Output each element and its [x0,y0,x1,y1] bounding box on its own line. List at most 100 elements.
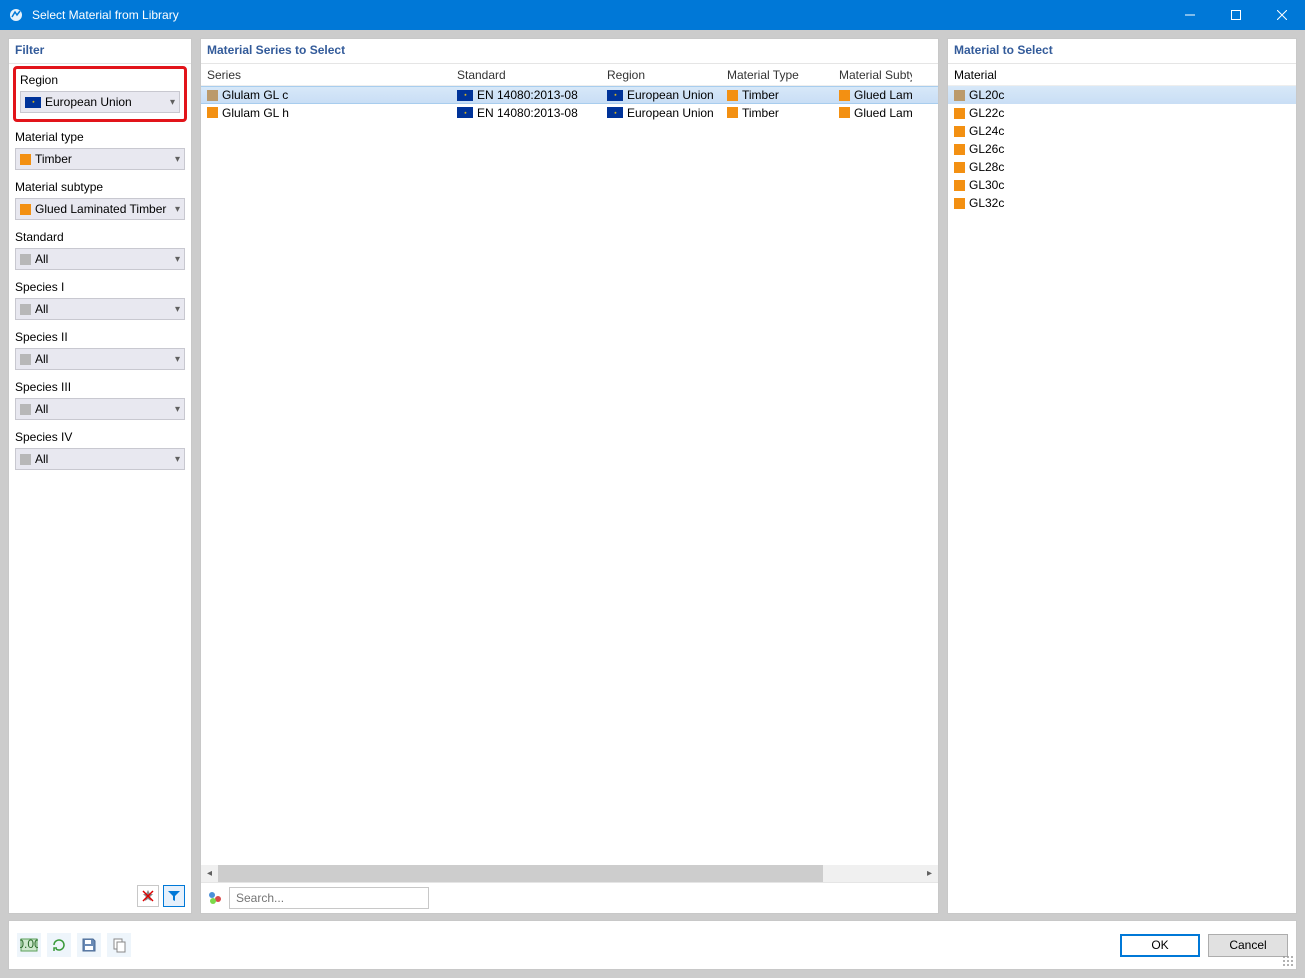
dialog-window: Select Material from Library Filter Regi… [0,0,1305,978]
region-group: Region ⋆ European Union ▾ [13,66,187,122]
copy-button[interactable] [107,933,131,957]
swatch-icon [20,354,31,365]
species3-label: Species III [15,380,185,394]
swatch-icon [20,404,31,415]
species4-value: All [35,452,171,466]
region-label: Region [20,73,180,87]
titlebar: Select Material from Library [0,0,1305,30]
standard-value: EN 14080:2013-08 [477,106,578,120]
svg-text:0.00: 0.00 [20,938,38,951]
material-subtype-dropdown[interactable]: Glued Laminated Timber ▾ [15,198,185,220]
chevron-down-icon: ▾ [175,154,180,165]
col-material-subtype[interactable]: Material Subtype [833,68,913,82]
apply-filter-button[interactable] [163,885,185,907]
scroll-left-icon[interactable]: ◂ [201,865,218,882]
refresh-icon [51,937,67,953]
swatch-icon [954,198,965,209]
window-title: Select Material from Library [32,8,1167,22]
region-dropdown[interactable]: ⋆ European Union ▾ [20,91,180,113]
region-value: European Union [627,106,714,120]
material-row[interactable]: GL20c [948,86,1296,104]
filter-icon [167,889,181,903]
horizontal-scrollbar[interactable]: ◂ ▸ [201,865,938,882]
chevron-down-icon: ▾ [175,454,180,465]
swatch-icon [20,454,31,465]
region-value: European Union [627,88,714,102]
close-button[interactable] [1259,0,1305,30]
chevron-down-icon: ▾ [175,254,180,265]
filter-panel-title: Filter [9,39,191,64]
species2-label: Species II [15,330,185,344]
swatch-icon [207,107,218,118]
material-panel: Material to Select Material GL20cGL22cGL… [947,38,1297,914]
pin-x-icon [141,889,155,903]
copy-icon [111,937,127,953]
region-value: European Union [45,95,166,109]
swatch-icon [954,108,965,119]
material-name: GL24c [969,124,1004,138]
swatch-icon [954,126,965,137]
save-button[interactable] [77,933,101,957]
material-row[interactable]: GL22c [948,104,1296,122]
species4-label: Species IV [15,430,185,444]
chevron-down-icon: ▾ [170,97,175,108]
search-input[interactable] [229,887,429,909]
resize-grip[interactable] [1282,955,1294,967]
mtype-value: Timber [742,106,779,120]
ok-label: OK [1151,938,1168,952]
chevron-down-icon: ▾ [175,404,180,415]
col-standard[interactable]: Standard [451,68,601,82]
chevron-down-icon: ▾ [175,204,180,215]
standard-value: EN 14080:2013-08 [477,88,578,102]
species4-dropdown[interactable]: All ▾ [15,448,185,470]
minimize-button[interactable] [1167,0,1213,30]
species2-value: All [35,352,171,366]
scroll-right-icon[interactable]: ▸ [921,865,938,882]
material-row[interactable]: GL32c [948,194,1296,212]
eu-flag-icon: ⋆ [457,107,473,118]
swatch-icon [207,90,218,101]
mtype-value: Timber [742,88,779,102]
species3-dropdown[interactable]: All ▾ [15,398,185,420]
eu-flag-icon: ⋆ [607,107,623,118]
swatch-icon [839,107,850,118]
clear-filter-button[interactable] [137,885,159,907]
material-row[interactable]: GL24c [948,122,1296,140]
material-column-header[interactable]: Material [948,64,1296,86]
col-series[interactable]: Series [201,68,451,82]
material-type-value: Timber [35,152,171,166]
col-material-type[interactable]: Material Type [721,68,833,82]
series-row[interactable]: Glulam GL h⋆EN 14080:2013-08⋆European Un… [201,104,938,122]
col-region[interactable]: Region [601,68,721,82]
material-name: GL32c [969,196,1004,210]
units-button[interactable]: 0.00 [17,933,41,957]
material-type-dropdown[interactable]: Timber ▾ [15,148,185,170]
ok-button[interactable]: OK [1120,934,1200,957]
refresh-button[interactable] [47,933,71,957]
scroll-thumb[interactable] [218,865,823,882]
species2-dropdown[interactable]: All ▾ [15,348,185,370]
material-row[interactable]: GL26c [948,140,1296,158]
maximize-button[interactable] [1213,0,1259,30]
series-grid-header: Series Standard Region Material Type Mat… [201,64,938,86]
standard-dropdown[interactable]: All ▾ [15,248,185,270]
search-options-icon[interactable] [207,890,223,906]
series-row[interactable]: Glulam GL c ⋆ EN 14080:2013-08 ⋆ European Un… [201,86,938,104]
series-name: Glulam GL c [222,88,288,102]
material-row[interactable]: GL30c [948,176,1296,194]
species1-dropdown[interactable]: All ▾ [15,298,185,320]
standard-value: All [35,252,171,266]
cancel-button[interactable]: Cancel [1208,934,1288,957]
eu-flag-icon: ⋆ [457,90,473,101]
msub-value: Glued Lam [854,106,913,120]
eu-flag-icon: ⋆ [607,90,623,101]
material-row[interactable]: GL28c [948,158,1296,176]
species1-label: Species I [15,280,185,294]
eu-flag-icon: ⋆ [25,97,41,108]
material-subtype-value: Glued Laminated Timber [35,202,171,216]
material-type-label: Material type [15,130,185,144]
material-name: GL22c [969,106,1004,120]
material-name: GL20c [969,88,1004,102]
material-name: GL26c [969,142,1004,156]
swatch-icon [839,90,850,101]
